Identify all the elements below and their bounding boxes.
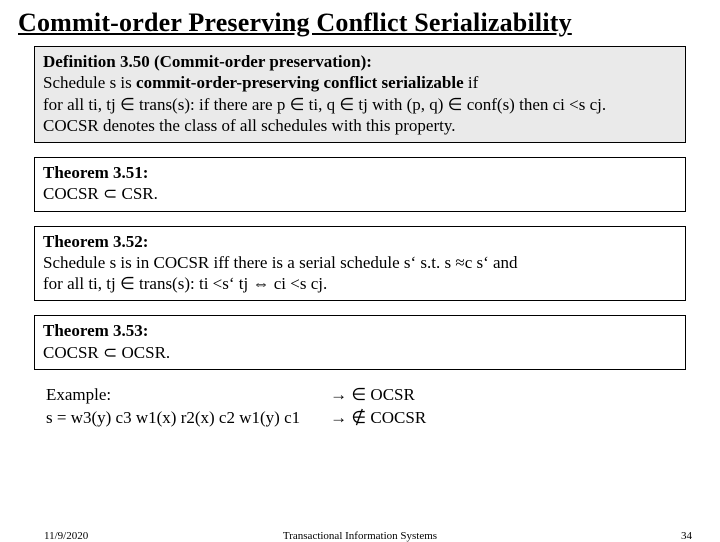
definition-line1-bold: commit-order-preserving conflict seriali… xyxy=(136,73,464,92)
footer-center: Transactional Information Systems xyxy=(283,530,437,542)
definition-line1: Schedule s is commit-order-preserving co… xyxy=(43,72,677,93)
theorem-3-51-box: Theorem 3.51: COCSR ⊂ CSR. xyxy=(34,157,686,212)
slide: Commit-order Preserving Conflict Seriali… xyxy=(0,0,720,540)
definition-heading: Definition 3.50 (Commit-order preservati… xyxy=(43,51,677,72)
theorem-3-52-heading: Theorem 3.52: xyxy=(43,231,677,252)
example-schedule: s = w3(y) c3 w1(x) r2(x) c2 w1(y) c1 xyxy=(46,407,300,430)
theorem-3-51-heading: Theorem 3.51: xyxy=(43,162,677,183)
footer-page: 34 xyxy=(681,530,692,542)
definition-line3: COCSR denotes the class of all schedules… xyxy=(43,115,677,136)
theorem-3-51-body: COCSR ⊂ CSR. xyxy=(43,183,677,204)
slide-title: Commit-order Preserving Conflict Seriali… xyxy=(18,8,702,38)
theorem-3-52-line2: for all ti, tj ∈ trans(s): ti <s‘ tj ⇔ c… xyxy=(43,273,677,294)
definition-box: Definition 3.50 (Commit-order preservati… xyxy=(34,46,686,143)
example-block: Example: s = w3(y) c3 w1(x) r2(x) c2 w1(… xyxy=(46,384,702,430)
definition-line1-post: if xyxy=(464,73,479,92)
footer-date: 11/9/2020 xyxy=(44,530,88,542)
theorem-3-53-body: COCSR ⊂ OCSR. xyxy=(43,342,677,363)
definition-line2: for all ti, tj ∈ trans(s): if there are … xyxy=(43,94,677,115)
example-result-cocsr: → ∉ COCSR xyxy=(330,407,426,430)
theorem-3-52-line1: Schedule s is in COCSR iff there is a se… xyxy=(43,252,677,273)
theorem-3-52-box: Theorem 3.52: Schedule s is in COCSR iff… xyxy=(34,226,686,302)
theorem-3-53-box: Theorem 3.53: COCSR ⊂ OCSR. xyxy=(34,315,686,370)
example-result-ocsr: → ∈ OCSR xyxy=(330,384,426,407)
theorem-3-53-heading: Theorem 3.53: xyxy=(43,320,677,341)
example-label: Example: xyxy=(46,384,300,407)
definition-line1-pre: Schedule s is xyxy=(43,73,136,92)
